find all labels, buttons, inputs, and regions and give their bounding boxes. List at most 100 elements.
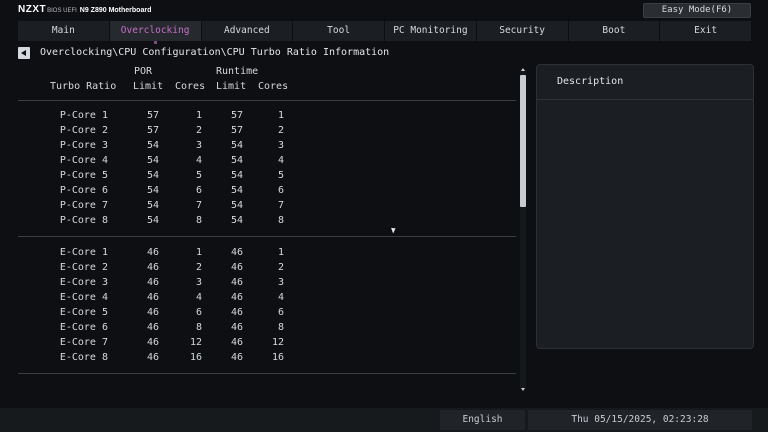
runtime-limit: 57	[230, 110, 243, 121]
divider	[18, 100, 516, 101]
tab-exit[interactable]: Exit	[660, 21, 752, 41]
core-name: P-Core 2	[59, 125, 108, 136]
runtime-limit: 54	[230, 200, 243, 211]
core-name: P-Core 5	[59, 170, 108, 181]
header-runtime-cores: Cores	[258, 81, 289, 92]
header-turbo-ratio: Turbo Ratio	[50, 81, 117, 92]
core-name: P-Core 4	[59, 155, 108, 166]
description-title: Description	[557, 76, 624, 87]
table-row: P-Core 8 54 8 54 8	[18, 215, 516, 230]
breadcrumb: Overclocking\CPU Configuration\CPU Turbo…	[40, 47, 390, 58]
por-limit: 54	[146, 155, 159, 166]
tab-advanced[interactable]: Advanced	[201, 21, 294, 41]
header-por-limit: Limit	[133, 81, 164, 92]
table-row: E-Core 6 46 8 46 8	[18, 322, 516, 337]
por-cores: 1	[195, 247, 202, 258]
divider	[18, 373, 516, 374]
tab-tool[interactable]: Tool	[293, 21, 385, 41]
table-row: E-Core 7 46 12 46 12	[18, 337, 516, 352]
scroll-up-icon[interactable]	[521, 68, 525, 71]
header-por-cores: Cores	[175, 81, 206, 92]
por-limit: 46	[146, 352, 159, 363]
runtime-limit: 46	[230, 247, 243, 258]
por-limit: 54	[146, 170, 159, 181]
por-limit: 54	[146, 215, 159, 226]
por-cores: 1	[195, 110, 202, 121]
table-row: P-Core 6 54 6 54 6	[18, 185, 516, 200]
tab-overclocking[interactable]: Overclocking	[109, 21, 202, 44]
runtime-cores: 2	[277, 262, 284, 273]
core-name: E-Core 3	[59, 277, 108, 288]
por-limit: 46	[146, 247, 159, 258]
runtime-limit: 46	[230, 292, 243, 303]
description-panel: Description	[536, 64, 754, 349]
runtime-limit: 46	[230, 307, 243, 318]
por-limit: 46	[146, 337, 159, 348]
por-cores: 4	[195, 155, 202, 166]
runtime-cores: 2	[277, 125, 284, 136]
brand-model: N9 Z890 Motherboard	[79, 7, 152, 14]
top-bar: NZXTBIOS UEFI N9 Z890 Motherboard Easy Mo…	[0, 0, 768, 20]
language-selector[interactable]: English	[440, 410, 525, 430]
scrollbar-thumb[interactable]	[520, 75, 526, 207]
por-cores: 8	[195, 322, 202, 333]
runtime-limit: 46	[230, 277, 243, 288]
runtime-cores: 8	[277, 215, 284, 226]
table-row: P-Core 3 54 3 54 3	[18, 140, 516, 155]
core-name: P-Core 7	[59, 200, 108, 211]
por-cores: 3	[195, 277, 202, 288]
table-row: P-Core 2 57 2 57 2	[18, 125, 516, 140]
easy-mode-button[interactable]: Easy Mode(F6)	[643, 3, 751, 18]
por-limit: 54	[146, 140, 159, 151]
brand-name: NZXT	[18, 4, 47, 15]
runtime-cores: 12	[271, 337, 284, 348]
main-tabs: Main Overclocking Advanced Tool PC Monit…	[18, 21, 752, 44]
core-name: E-Core 4	[59, 292, 108, 303]
core-name: E-Core 5	[59, 307, 108, 318]
tab-main[interactable]: Main	[18, 21, 110, 41]
core-name: E-Core 2	[59, 262, 108, 273]
runtime-cores: 5	[277, 170, 284, 181]
runtime-limit: 54	[230, 215, 243, 226]
runtime-cores: 3	[277, 277, 284, 288]
table-row: E-Core 5 46 6 46 6	[18, 307, 516, 322]
table-row: P-Core 5 54 5 54 5	[18, 170, 516, 185]
runtime-limit: 57	[230, 125, 243, 136]
runtime-cores: 1	[277, 247, 284, 258]
header-runtime: Runtime	[216, 66, 259, 77]
runtime-limit: 54	[230, 140, 243, 151]
tab-boot[interactable]: Boot	[568, 21, 661, 41]
por-limit: 46	[146, 262, 159, 273]
runtime-cores: 6	[277, 307, 284, 318]
runtime-limit: 54	[230, 155, 243, 166]
runtime-cores: 3	[277, 140, 284, 151]
tab-pc-monitoring[interactable]: PC Monitoring	[385, 21, 477, 41]
por-cores: 4	[195, 292, 202, 303]
por-limit: 57	[146, 110, 159, 121]
brand-logo: NZXTBIOS UEFI N9 Z890 Motherboard	[18, 4, 151, 15]
table-row: P-Core 4 54 4 54 4	[18, 155, 516, 170]
por-cores: 12	[189, 337, 202, 348]
por-limit: 46	[146, 322, 159, 333]
table-row: E-Core 8 46 16 46 16	[18, 352, 516, 367]
por-limit: 46	[146, 307, 159, 318]
tab-security[interactable]: Security	[476, 21, 569, 41]
runtime-limit: 46	[230, 352, 243, 363]
por-cores: 2	[195, 125, 202, 136]
por-cores: 6	[195, 185, 202, 196]
runtime-cores: 1	[277, 110, 284, 121]
header-runtime-limit: Limit	[216, 81, 247, 92]
por-limit: 46	[146, 292, 159, 303]
datetime-display: Thu 05/15/2025, 02:23:28	[528, 410, 752, 430]
scroll-down-icon[interactable]	[521, 388, 525, 391]
core-name: E-Core 7	[59, 337, 108, 348]
runtime-cores: 4	[277, 292, 284, 303]
table-row: E-Core 2 46 2 46 2	[18, 262, 516, 277]
table-row: P-Core 7 54 7 54 7	[18, 200, 516, 215]
back-arrow-icon[interactable]	[18, 47, 30, 59]
por-cores: 6	[195, 307, 202, 318]
por-cores: 2	[195, 262, 202, 273]
table-row: E-Core 1 46 1 46 1	[18, 247, 516, 262]
runtime-limit: 46	[230, 322, 243, 333]
runtime-limit: 54	[230, 170, 243, 181]
